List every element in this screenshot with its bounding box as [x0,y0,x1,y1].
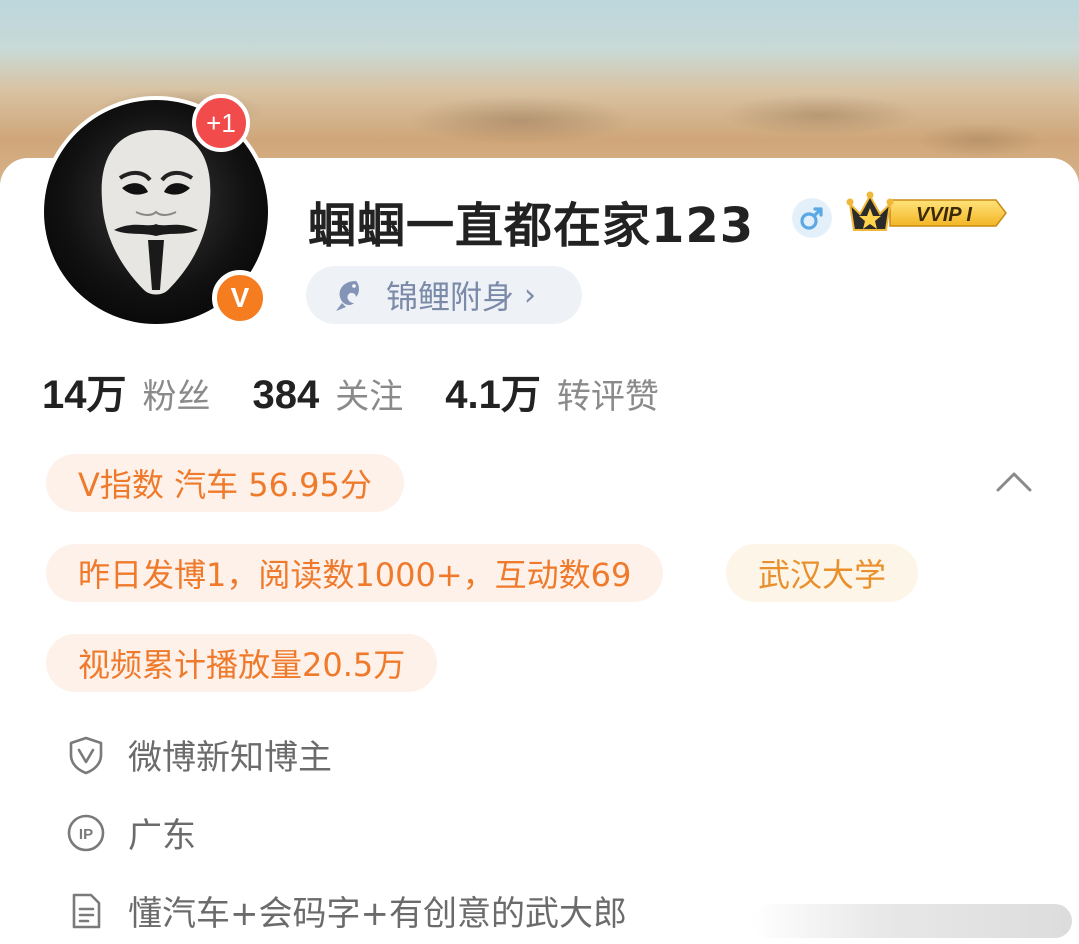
tag-yesterday-stats[interactable]: 昨日发博1，阅读数1000+，互动数69 [46,544,664,602]
watermark-fade [752,904,1072,938]
stat-followers[interactable]: 14万 粉丝 [42,362,211,420]
document-icon [72,893,101,928]
certification-row[interactable]: 微博新知博主 [66,730,332,779]
ip-icon: IP [67,814,105,851]
koi-icon [336,281,359,311]
certification-text: 微博新知博主 [128,738,332,778]
stat-interactions[interactable]: 4.1万 转评赞 [445,362,659,420]
interactions-count: 4.1万 [445,373,541,417]
lucky-label: 锦鲤附身 [386,278,515,316]
vvip-badge[interactable]: VVIP I [846,190,1008,236]
lucky-koi-button[interactable]: 锦鲤附身 › [306,266,582,324]
following-label: 关注 [335,377,404,417]
bio-row: 懂汽车+会码字+有创意的武大郎 [66,886,627,935]
chevron-right-icon: › [524,277,537,313]
tag-video-plays[interactable]: 视频累计播放量20.5万 [46,634,438,692]
svg-text:IP: IP [79,826,93,843]
following-count: 384 [252,373,320,417]
male-icon [792,198,832,238]
ip-location-text: 广东 [128,816,196,856]
followers-label: 粉丝 [142,377,211,417]
shield-icon [69,736,103,774]
bio-text: 懂汽车+会码字+有创意的武大郎 [128,894,627,934]
stats-row: 14万 粉丝 384 关注 4.1万 转评赞 [42,362,701,420]
chevron-up-icon[interactable] [994,462,1034,502]
tag-school[interactable]: 武汉大学 [726,544,919,602]
vip-label: VVIP I [916,204,972,226]
username: 蝈蝈一直都在家123 [308,198,755,254]
notification-badge[interactable]: +1 [192,94,250,152]
verified-badge: V [212,270,268,326]
stat-following[interactable]: 384 关注 [253,369,404,418]
ip-location-row: IP 广东 [66,808,196,857]
tag-v-index[interactable]: V指数 汽车 56.95分 [46,454,404,512]
followers-count: 14万 [42,373,127,417]
interactions-label: 转评赞 [556,377,659,417]
